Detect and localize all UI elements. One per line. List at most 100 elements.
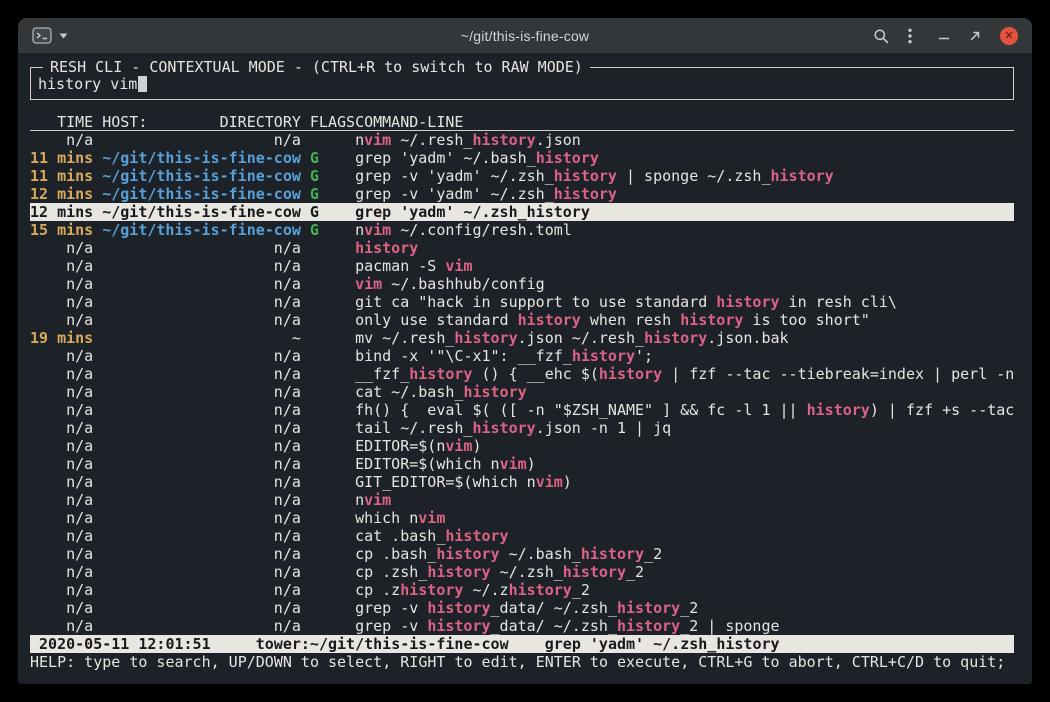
help-line: HELP: type to search, UP/DOWN to select,… bbox=[30, 653, 1014, 671]
history-row[interactable]: 11 mins~/git/this-is-fine-cowGgrep 'yadm… bbox=[30, 149, 1014, 167]
row-command: vim ~/.bashhub/config bbox=[355, 275, 1014, 293]
history-row[interactable]: n/an/acp .zhistory ~/.zhistory_2 bbox=[30, 581, 1014, 599]
row-directory: n/a bbox=[102, 563, 301, 581]
command-match-segment: history bbox=[427, 599, 490, 617]
row-time: n/a bbox=[30, 257, 93, 275]
command-segment: grep 'yadm' ~/.bash_ bbox=[355, 149, 536, 167]
command-match-segment: vim bbox=[445, 257, 472, 275]
row-time: n/a bbox=[30, 617, 93, 635]
command-match-segment: history bbox=[445, 527, 508, 545]
menu-button[interactable] bbox=[908, 28, 912, 44]
history-row[interactable]: n/an/aEDITOR=$(nvim) bbox=[30, 437, 1014, 455]
new-terminal-button[interactable] bbox=[32, 27, 52, 44]
history-row[interactable]: n/an/afh() { eval $( ([ -n "$ZSH_NAME" ]… bbox=[30, 401, 1014, 419]
command-segment: ) | fzf +s --tac bbox=[870, 401, 1014, 419]
command-segment: n bbox=[355, 131, 364, 149]
row-command: cat ~/.bash_history bbox=[355, 383, 1014, 401]
history-list: n/an/anvim ~/.resh_history.json11 mins~/… bbox=[30, 131, 1014, 635]
command-segment: () { __ehc $( bbox=[472, 365, 598, 383]
row-directory: ~/git/this-is-fine-cow bbox=[102, 221, 301, 239]
profile-dropdown-button[interactable] bbox=[59, 33, 68, 39]
row-flags: G bbox=[301, 203, 355, 221]
command-segment: which n bbox=[355, 509, 418, 527]
command-segment: ~/.bash_ bbox=[500, 545, 581, 563]
history-row[interactable]: n/an/anvim bbox=[30, 491, 1014, 509]
history-row[interactable]: n/an/apacman -S vim bbox=[30, 257, 1014, 275]
search-input[interactable]: history vim bbox=[38, 75, 147, 93]
minimize-button[interactable] bbox=[938, 30, 950, 42]
row-time: 19 mins bbox=[30, 329, 93, 347]
history-row[interactable]: 12 mins~/git/this-is-fine-cowGgrep 'yadm… bbox=[30, 203, 1014, 221]
row-directory: n/a bbox=[102, 527, 301, 545]
history-row[interactable]: n/an/acat ~/.bash_history bbox=[30, 383, 1014, 401]
row-time: 12 mins bbox=[30, 203, 93, 221]
command-segment: git ca "hack in support to use standard bbox=[355, 293, 716, 311]
search-button[interactable] bbox=[873, 28, 889, 44]
close-icon: ✕ bbox=[1004, 27, 1013, 45]
command-match-segment: history bbox=[581, 545, 644, 563]
command-match-segment: vim bbox=[500, 455, 527, 473]
command-match-segment: history bbox=[563, 563, 626, 581]
resh-search-panel: RESH CLI - CONTEXTUAL MODE - (CTRL+R to … bbox=[30, 67, 1014, 100]
history-row[interactable]: 12 mins~/git/this-is-fine-cowGgrep -v 'y… bbox=[30, 185, 1014, 203]
maximize-button[interactable] bbox=[969, 30, 981, 42]
search-icon bbox=[873, 28, 889, 44]
history-row[interactable]: n/an/anvim ~/.resh_history.json bbox=[30, 131, 1014, 149]
row-directory: ~/git/this-is-fine-cow bbox=[102, 149, 301, 167]
row-flags bbox=[301, 617, 355, 635]
row-flags bbox=[301, 545, 355, 563]
history-row[interactable]: 15 mins~/git/this-is-fine-cowGnvim ~/.co… bbox=[30, 221, 1014, 239]
row-directory: n/a bbox=[102, 401, 301, 419]
row-command: grep 'yadm' ~/.bash_history bbox=[355, 149, 1014, 167]
history-row[interactable]: n/an/a__fzf_history () { __ehc $(history… bbox=[30, 365, 1014, 383]
history-row[interactable]: n/an/acat .bash_history bbox=[30, 527, 1014, 545]
history-row[interactable]: 11 mins~/git/this-is-fine-cowGgrep -v 'y… bbox=[30, 167, 1014, 185]
command-segment: cp .zsh_ bbox=[355, 563, 427, 581]
row-command: grep -v 'yadm' ~/.zsh_history bbox=[355, 185, 1014, 203]
row-directory: n/a bbox=[102, 383, 301, 401]
history-row[interactable]: n/an/atail ~/.resh_history.json -n 1 | j… bbox=[30, 419, 1014, 437]
row-flags bbox=[301, 599, 355, 617]
row-command: GIT_EDITOR=$(which nvim) bbox=[355, 473, 1014, 491]
row-time: n/a bbox=[30, 455, 93, 473]
history-row[interactable]: n/an/acp .zsh_history ~/.zsh_history_2 bbox=[30, 563, 1014, 581]
row-command: cp .zhistory ~/.zhistory_2 bbox=[355, 581, 1014, 599]
command-match-segment: history bbox=[472, 419, 535, 437]
history-row[interactable]: 19 mins~mv ~/.resh_history.json ~/.resh_… bbox=[30, 329, 1014, 347]
close-button[interactable]: ✕ bbox=[1000, 27, 1018, 45]
row-flags bbox=[301, 509, 355, 527]
command-match-segment: history bbox=[716, 293, 779, 311]
history-row[interactable]: n/an/abind -x '"\C-x1": __fzf_history'; bbox=[30, 347, 1014, 365]
history-row[interactable]: n/an/aGIT_EDITOR=$(which nvim) bbox=[30, 473, 1014, 491]
header-directory: DIRECTORY bbox=[220, 113, 301, 130]
command-match-segment: history bbox=[427, 563, 490, 581]
row-time: n/a bbox=[30, 491, 93, 509]
history-row[interactable]: n/an/aEDITOR=$(which nvim) bbox=[30, 455, 1014, 473]
history-row[interactable]: n/an/ahistory bbox=[30, 239, 1014, 257]
row-time: n/a bbox=[30, 509, 93, 527]
titlebar[interactable]: ~/git/this-is-fine-cow bbox=[18, 18, 1032, 54]
command-match-segment: history bbox=[518, 311, 581, 329]
row-command: nvim ~/.resh_history.json bbox=[355, 131, 1014, 149]
row-flags bbox=[301, 293, 355, 311]
history-row[interactable]: n/an/agit ca "hack in support to use sta… bbox=[30, 293, 1014, 311]
command-segment: cp .bash_ bbox=[355, 545, 436, 563]
command-segment: _data/ ~/.zsh_ bbox=[491, 617, 617, 635]
history-row[interactable]: n/an/awhich nvim bbox=[30, 509, 1014, 527]
command-segment: ~/.resh_ bbox=[391, 131, 472, 149]
command-match-segment: history bbox=[807, 401, 870, 419]
status-command: grep 'yadm' ~/.zsh_history bbox=[545, 635, 780, 653]
history-row[interactable]: n/an/agrep -v history_data/ ~/.zsh_histo… bbox=[30, 617, 1014, 635]
command-match-segment: history bbox=[617, 599, 680, 617]
history-row[interactable]: n/an/aonly use standard history when res… bbox=[30, 311, 1014, 329]
row-command: nvim ~/.config/resh.toml bbox=[355, 221, 1014, 239]
row-flags: G bbox=[301, 221, 355, 239]
row-directory: n/a bbox=[102, 419, 301, 437]
history-row[interactable]: n/an/avim ~/.bashhub/config bbox=[30, 275, 1014, 293]
terminal-content[interactable]: RESH CLI - CONTEXTUAL MODE - (CTRL+R to … bbox=[18, 54, 1032, 684]
row-time: n/a bbox=[30, 365, 93, 383]
history-row[interactable]: n/an/agrep -v history_data/ ~/.zsh_histo… bbox=[30, 599, 1014, 617]
command-segment: EDITOR=$(n bbox=[355, 437, 445, 455]
row-time: n/a bbox=[30, 239, 93, 257]
history-row[interactable]: n/an/acp .bash_history ~/.bash_history_2 bbox=[30, 545, 1014, 563]
